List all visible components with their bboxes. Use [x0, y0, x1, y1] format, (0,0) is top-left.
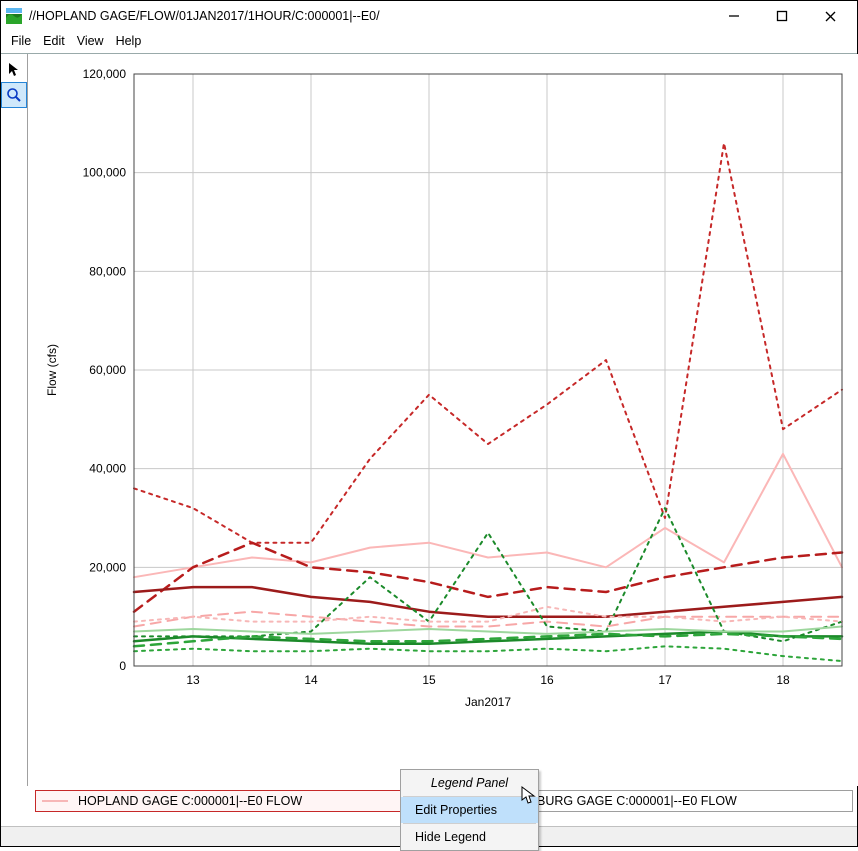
svg-text:13: 13: [186, 673, 200, 687]
svg-text:60,000: 60,000: [89, 363, 126, 377]
zoom-tool[interactable]: [1, 82, 27, 108]
main-area: 0 20,000 40,000 60,000 80,000 100,000 120,000 1…: [1, 53, 857, 786]
chart-area[interactable]: 0 20,000 40,000 60,000 80,000 100,000 120,000 1…: [28, 54, 858, 786]
menu-edit[interactable]: Edit: [39, 33, 69, 49]
context-menu-edit-properties[interactable]: Edit Properties: [401, 797, 538, 823]
svg-text:14: 14: [304, 673, 318, 687]
app-icon: [5, 7, 23, 25]
menu-view[interactable]: View: [73, 33, 108, 49]
svg-text:Flow (cfs): Flow (cfs): [45, 344, 59, 396]
context-menu-hide-legend[interactable]: Hide Legend: [401, 824, 538, 850]
minimize-button[interactable]: [721, 3, 747, 29]
window-title: //HOPLAND GAGE/FLOW/01JAN2017/1HOUR/C:00…: [29, 9, 380, 23]
menu-file[interactable]: File: [7, 33, 35, 49]
maximize-button[interactable]: [769, 3, 795, 29]
svg-text:Jan2017: Jan2017: [465, 695, 511, 709]
close-button[interactable]: [817, 3, 843, 29]
svg-text:15: 15: [422, 673, 436, 687]
svg-text:80,000: 80,000: [89, 264, 126, 278]
svg-text:120,000: 120,000: [83, 67, 127, 81]
svg-text:0: 0: [119, 659, 126, 673]
legend-item-hopland[interactable]: HOPLAND GAGE C:000001|--E0 FLOW: [35, 790, 444, 812]
left-toolbar: [1, 54, 28, 786]
svg-text:16: 16: [540, 673, 554, 687]
titlebar: //HOPLAND GAGE/FLOW/01JAN2017/1HOUR/C:00…: [1, 1, 857, 31]
legend-swatch: [42, 800, 68, 802]
context-menu-title: Legend Panel: [401, 770, 538, 796]
svg-text:18: 18: [776, 673, 790, 687]
svg-text:40,000: 40,000: [89, 462, 126, 476]
window-controls: [721, 3, 853, 29]
legend-label: HOPLAND GAGE C:000001|--E0 FLOW: [78, 794, 302, 808]
menu-help[interactable]: Help: [112, 33, 146, 49]
context-menu: Legend Panel Edit Properties Hide Legend: [400, 769, 539, 851]
svg-text:17: 17: [658, 673, 672, 687]
svg-text:100,000: 100,000: [83, 166, 127, 180]
pointer-tool[interactable]: [1, 56, 27, 82]
menubar: File Edit View Help: [1, 31, 857, 53]
flow-chart[interactable]: 0 20,000 40,000 60,000 80,000 100,000 120,000 1…: [34, 60, 852, 728]
svg-text:20,000: 20,000: [89, 560, 126, 574]
